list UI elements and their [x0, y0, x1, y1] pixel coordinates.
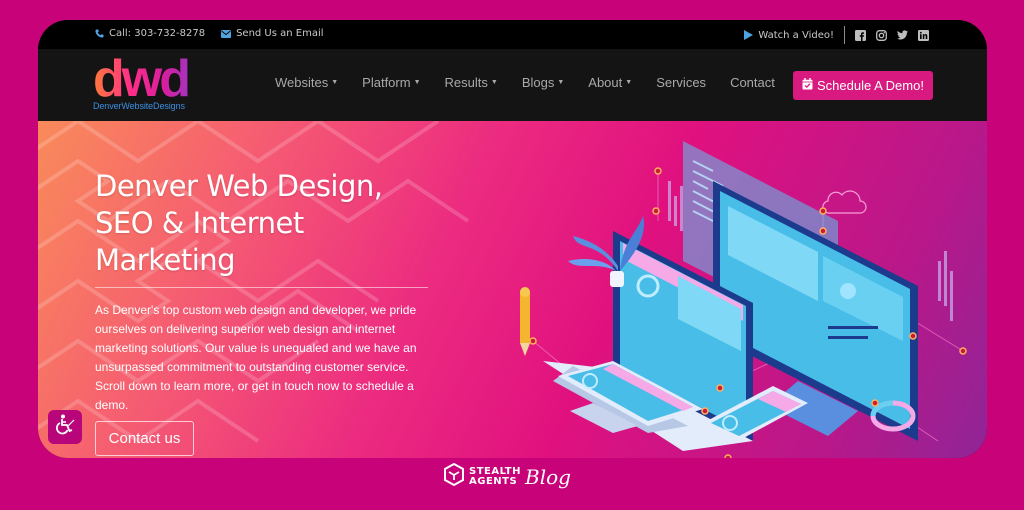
nav-label: Services	[656, 75, 707, 90]
website-frame: Call: 303-732-8278 Send Us an Email Watc…	[38, 20, 987, 458]
primary-nav: Websites ▼ Platform ▼ Results ▼ Blogs ▼ …	[275, 75, 799, 90]
nav-label: About	[588, 75, 623, 90]
instagram-icon[interactable]	[876, 29, 887, 41]
email-link[interactable]: Send Us an Email	[221, 28, 324, 39]
schedule-demo-button[interactable]: Schedule A Demo!	[793, 71, 933, 100]
nav-item-contact[interactable]: Contact	[730, 75, 775, 90]
call-label: Call: 303-732-8278	[109, 28, 206, 39]
nav-item-about[interactable]: About ▼	[588, 75, 632, 90]
nav-item-websites[interactable]: Websites ▼	[275, 75, 338, 90]
caret-down-icon: ▼	[331, 79, 339, 86]
hero-title-line: Denver Web Design,	[95, 169, 383, 203]
hero-divider	[95, 287, 428, 288]
site-logo[interactable]: dwd DenverWebsiteDesigns	[93, 53, 203, 113]
watch-video-link[interactable]: Watch a Video!	[744, 30, 834, 41]
call-link[interactable]: Call: 303-732-8278	[95, 28, 205, 39]
nav-label: Platform	[362, 75, 411, 90]
caret-down-icon: ▼	[413, 79, 421, 86]
email-label: Send Us an Email	[236, 28, 324, 39]
envelope-icon	[221, 29, 232, 38]
nav-item-platform[interactable]: Platform ▼	[362, 75, 420, 90]
logo-mark: dwd	[93, 53, 203, 105]
accessibility-button[interactable]	[48, 410, 82, 444]
watch-video-label: Watch a Video!	[758, 29, 834, 41]
nav-item-results[interactable]: Results ▼	[445, 75, 498, 90]
contact-us-button[interactable]: Contact us	[95, 421, 194, 456]
nav-label: Results	[444, 75, 488, 90]
cloud-icon	[822, 190, 867, 214]
nav-label: Contact	[730, 75, 775, 90]
caret-down-icon: ▼	[557, 79, 565, 86]
devices-illustration	[520, 141, 967, 458]
calendar-check-icon	[802, 78, 813, 93]
schedule-demo-label: Schedule A Demo!	[817, 78, 924, 93]
hero-section: Denver Web Design, SEO & Internet Market…	[38, 121, 987, 458]
social-links	[855, 29, 929, 41]
nav-item-blogs[interactable]: Blogs ▼	[522, 75, 564, 90]
caret-down-icon: ▼	[625, 79, 633, 86]
hero-title: Denver Web Design, SEO & Internet Market…	[95, 168, 475, 279]
nav-label: Blogs	[521, 75, 555, 90]
divider	[844, 26, 845, 44]
play-icon	[744, 30, 754, 40]
hero-title-line: SEO & Internet	[95, 206, 304, 240]
pencil	[520, 287, 530, 356]
nav-item-services[interactable]: Services	[656, 75, 706, 90]
top-utility-bar: Call: 303-732-8278 Send Us an Email Watc…	[38, 20, 987, 49]
stealth-agents-watermark: STEALTH AGENTS Blog	[443, 462, 571, 492]
nav-label: Websites	[275, 75, 329, 90]
main-navbar: dwd DenverWebsiteDesigns Websites ▼ Plat…	[38, 49, 987, 121]
phone-icon	[95, 29, 104, 38]
stealth-agents-logo-icon	[443, 462, 465, 491]
hero-description: As Denver's top custom web design and de…	[95, 303, 417, 412]
watermark-line2: AGENTS	[469, 476, 518, 487]
watermark-script: Blog	[525, 465, 571, 489]
wheelchair-icon	[54, 414, 76, 440]
hero-title-line: Marketing	[95, 243, 236, 277]
stealth-agents-wordmark: STEALTH AGENTS	[469, 467, 521, 487]
caret-down-icon: ▼	[490, 79, 498, 86]
linkedin-icon[interactable]	[918, 29, 929, 41]
twitter-icon[interactable]	[897, 30, 908, 41]
facebook-icon[interactable]	[855, 29, 866, 41]
